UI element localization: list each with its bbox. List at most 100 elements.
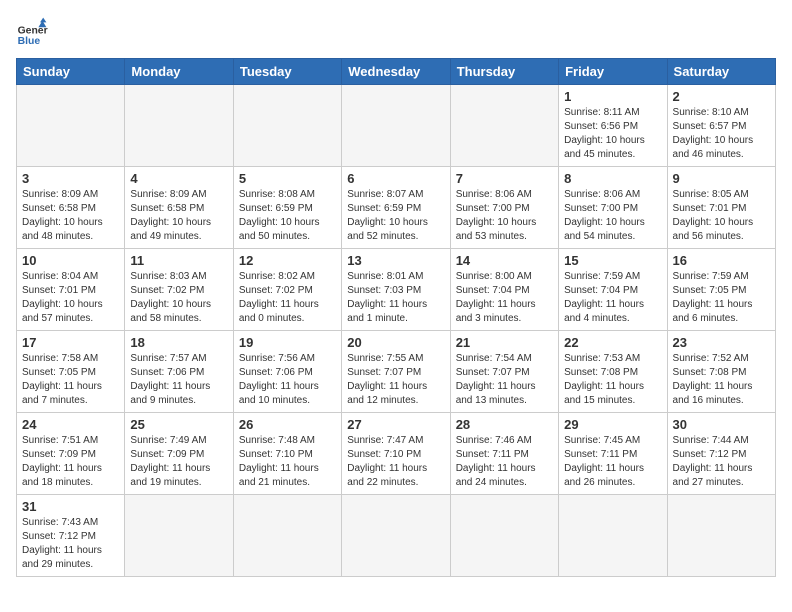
day-number: 16 [673,253,770,268]
svg-text:General: General [18,26,48,37]
calendar-week-row: 17 Sunrise: 7:58 AM Sunset: 7:05 PM Dayli… [17,331,776,413]
day-number: 18 [130,335,227,350]
day-number: 14 [456,253,553,268]
day-number: 7 [456,171,553,186]
calendar-day-cell [125,495,233,577]
calendar-day-cell: 20 Sunrise: 7:55 AM Sunset: 7:07 PM Dayli… [342,331,450,413]
calendar-day-cell: 8Sunrise: 8:06 AM Sunset: 7:00 PM Daylig… [559,167,667,249]
day-number: 31 [22,499,119,514]
calendar-day-cell: 5 Sunrise: 8:08 AM Sunset: 6:59 PM Daylig… [233,167,341,249]
svg-text:Blue: Blue [18,36,41,47]
day-number: 1 [564,89,661,104]
calendar-day-cell: 27Sunrise: 7:47 AM Sunset: 7:10 PM Dayli… [342,413,450,495]
calendar-day-cell: 4Sunrise: 8:09 AM Sunset: 6:58 PM Daylig… [125,167,233,249]
calendar-day-cell: 9 Sunrise: 8:05 AM Sunset: 7:01 PM Daylig… [667,167,775,249]
day-number: 4 [130,171,227,186]
day-info: Sunrise: 8:08 AM Sunset: 6:59 PM Dayligh… [239,188,336,244]
day-info: Sunrise: 8:07 AM Sunset: 6:59 PM Dayligh… [347,188,444,244]
day-info: Sunrise: 7:45 AM Sunset: 7:11 PM Dayligh… [564,434,661,490]
weekday-header-wednesday: Wednesday [342,59,450,85]
day-info: Sunrise: 7:51 AM Sunset: 7:09 PM Dayligh… [22,434,119,490]
day-info: Sunrise: 7:58 AM Sunset: 7:05 PM Dayligh… [22,352,119,408]
calendar-day-cell: 23Sunrise: 7:52 AM Sunset: 7:08 PM Dayli… [667,331,775,413]
calendar-day-cell: 29Sunrise: 7:45 AM Sunset: 7:11 PM Dayli… [559,413,667,495]
calendar-day-cell [233,495,341,577]
day-info: Sunrise: 8:09 AM Sunset: 6:58 PM Dayligh… [22,188,119,244]
calendar-day-cell [667,495,775,577]
calendar-header-row: SundayMondayTuesdayWednesdayThursdayFrid… [17,59,776,85]
calendar-day-cell: 17 Sunrise: 7:58 AM Sunset: 7:05 PM Dayli… [17,331,125,413]
weekday-header-tuesday: Tuesday [233,59,341,85]
day-number: 23 [673,335,770,350]
calendar-week-row: 31Sunrise: 7:43 AM Sunset: 7:12 PM Dayli… [17,495,776,577]
day-info: Sunrise: 7:44 AM Sunset: 7:12 PM Dayligh… [673,434,770,490]
day-number: 30 [673,417,770,432]
day-number: 11 [130,253,227,268]
page-header: General Blue [16,16,776,48]
day-info: Sunrise: 8:05 AM Sunset: 7:01 PM Dayligh… [673,188,770,244]
calendar-day-cell [342,85,450,167]
weekday-header-friday: Friday [559,59,667,85]
calendar-day-cell: 3 Sunrise: 8:09 AM Sunset: 6:58 PM Daylig… [17,167,125,249]
calendar-week-row: 10Sunrise: 8:04 AM Sunset: 7:01 PM Dayli… [17,249,776,331]
day-number: 2 [673,89,770,104]
calendar-table: SundayMondayTuesdayWednesdayThursdayFrid… [16,58,776,577]
day-info: Sunrise: 8:02 AM Sunset: 7:02 PM Dayligh… [239,270,336,326]
day-number: 13 [347,253,444,268]
day-number: 9 [673,171,770,186]
day-number: 26 [239,417,336,432]
calendar-day-cell: 7Sunrise: 8:06 AM Sunset: 7:00 PM Daylig… [450,167,558,249]
day-number: 17 [22,335,119,350]
calendar-day-cell: 15Sunrise: 7:59 AM Sunset: 7:04 PM Dayli… [559,249,667,331]
day-info: Sunrise: 7:56 AM Sunset: 7:06 PM Dayligh… [239,352,336,408]
calendar-day-cell: 12 Sunrise: 8:02 AM Sunset: 7:02 PM Dayli… [233,249,341,331]
day-info: Sunrise: 7:59 AM Sunset: 7:05 PM Dayligh… [673,270,770,326]
calendar-day-cell: 19 Sunrise: 7:56 AM Sunset: 7:06 PM Dayli… [233,331,341,413]
day-number: 24 [22,417,119,432]
calendar-day-cell: 26 Sunrise: 7:48 AM Sunset: 7:10 PM Dayli… [233,413,341,495]
day-info: Sunrise: 8:03 AM Sunset: 7:02 PM Dayligh… [130,270,227,326]
calendar-day-cell: 16 Sunrise: 7:59 AM Sunset: 7:05 PM Dayli… [667,249,775,331]
day-number: 19 [239,335,336,350]
calendar-day-cell: 21Sunrise: 7:54 AM Sunset: 7:07 PM Dayli… [450,331,558,413]
day-number: 20 [347,335,444,350]
calendar-day-cell [17,85,125,167]
day-info: Sunrise: 7:53 AM Sunset: 7:08 PM Dayligh… [564,352,661,408]
calendar-day-cell: 13 Sunrise: 8:01 AM Sunset: 7:03 PM Dayli… [342,249,450,331]
day-number: 28 [456,417,553,432]
day-number: 3 [22,171,119,186]
calendar-day-cell [450,495,558,577]
calendar-week-row: 24 Sunrise: 7:51 AM Sunset: 7:09 PM Dayli… [17,413,776,495]
calendar-day-cell: 24 Sunrise: 7:51 AM Sunset: 7:09 PM Dayli… [17,413,125,495]
calendar-day-cell: 10Sunrise: 8:04 AM Sunset: 7:01 PM Dayli… [17,249,125,331]
day-info: Sunrise: 8:00 AM Sunset: 7:04 PM Dayligh… [456,270,553,326]
day-number: 15 [564,253,661,268]
logo-icon: General Blue [16,16,48,48]
calendar-day-cell: 31Sunrise: 7:43 AM Sunset: 7:12 PM Dayli… [17,495,125,577]
calendar-day-cell: 28 Sunrise: 7:46 AM Sunset: 7:11 PM Dayli… [450,413,558,495]
day-info: Sunrise: 8:04 AM Sunset: 7:01 PM Dayligh… [22,270,119,326]
day-info: Sunrise: 7:46 AM Sunset: 7:11 PM Dayligh… [456,434,553,490]
weekday-header-saturday: Saturday [667,59,775,85]
calendar-day-cell: 11 Sunrise: 8:03 AM Sunset: 7:02 PM Dayli… [125,249,233,331]
calendar-day-cell: 18Sunrise: 7:57 AM Sunset: 7:06 PM Dayli… [125,331,233,413]
day-info: Sunrise: 7:49 AM Sunset: 7:09 PM Dayligh… [130,434,227,490]
day-number: 6 [347,171,444,186]
day-number: 25 [130,417,227,432]
calendar-day-cell [342,495,450,577]
day-info: Sunrise: 8:11 AM Sunset: 6:56 PM Dayligh… [564,106,661,162]
day-info: Sunrise: 7:48 AM Sunset: 7:10 PM Dayligh… [239,434,336,490]
calendar-day-cell: 2Sunrise: 8:10 AM Sunset: 6:57 PM Daylig… [667,85,775,167]
day-number: 22 [564,335,661,350]
calendar-day-cell: 25 Sunrise: 7:49 AM Sunset: 7:09 PM Dayli… [125,413,233,495]
calendar-week-row: 1 Sunrise: 8:11 AM Sunset: 6:56 PM Daylig… [17,85,776,167]
calendar-day-cell [450,85,558,167]
calendar-day-cell: 30 Sunrise: 7:44 AM Sunset: 7:12 PM Dayli… [667,413,775,495]
day-number: 12 [239,253,336,268]
day-number: 5 [239,171,336,186]
day-info: Sunrise: 7:55 AM Sunset: 7:07 PM Dayligh… [347,352,444,408]
day-info: Sunrise: 8:01 AM Sunset: 7:03 PM Dayligh… [347,270,444,326]
calendar-day-cell [559,495,667,577]
weekday-header-monday: Monday [125,59,233,85]
day-number: 27 [347,417,444,432]
